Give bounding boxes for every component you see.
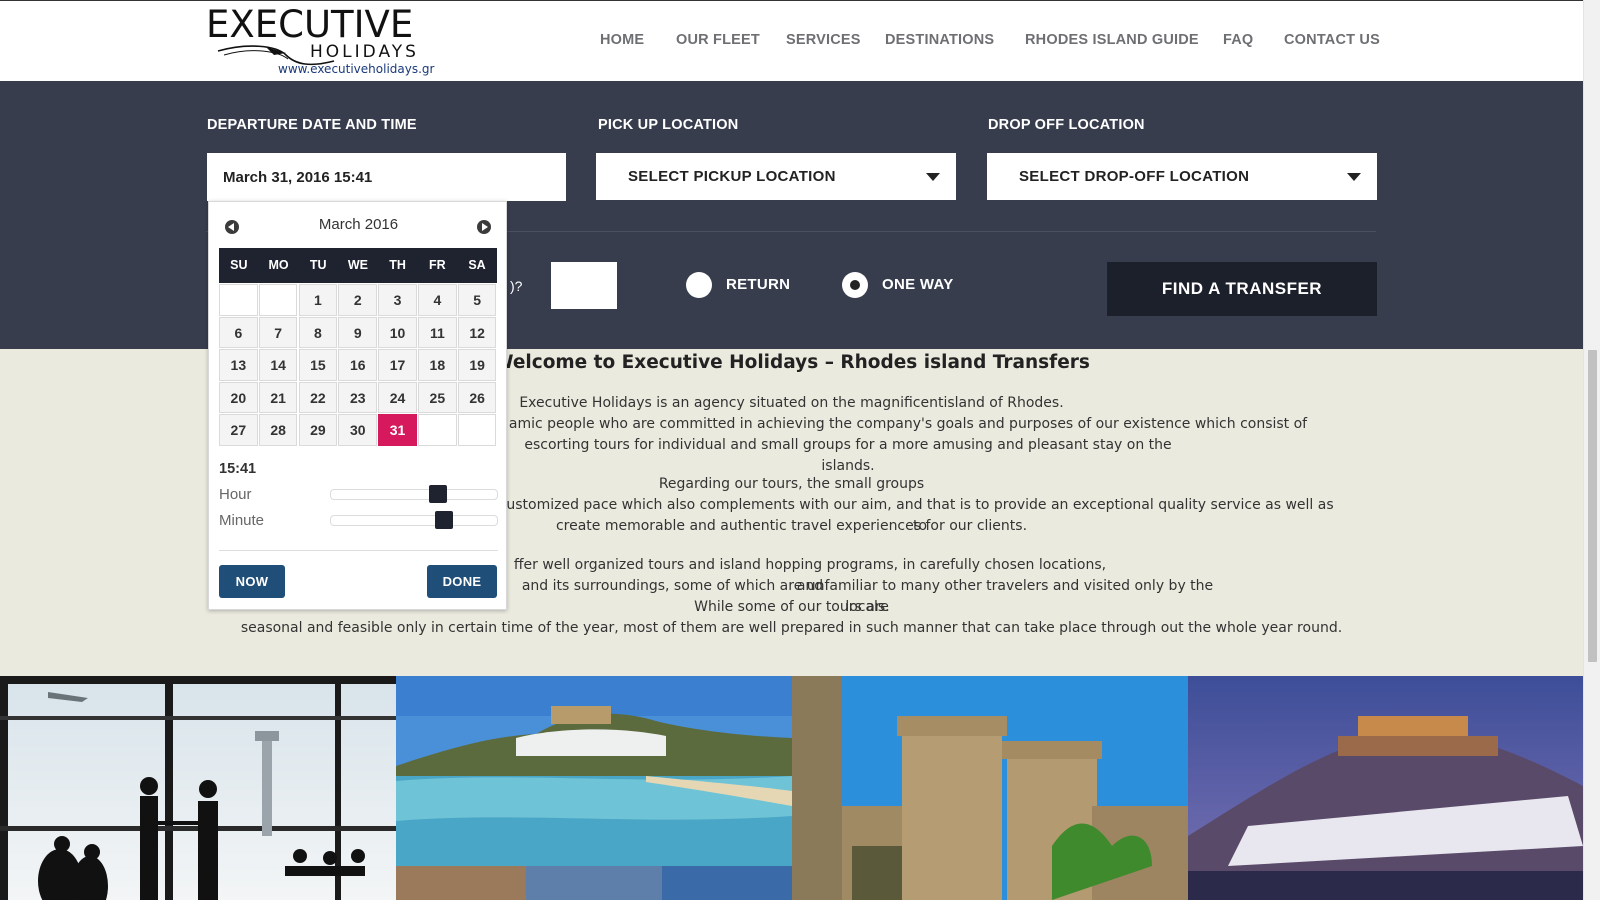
airport-travelers-photo[interactable]	[0, 676, 396, 900]
calendar-empty-cell	[418, 414, 457, 446]
calendar-weekday-header: SU MO TU WE TH FR SA	[219, 248, 497, 283]
calendar-day[interactable]: 23	[338, 381, 378, 413]
calendar-day[interactable]: 30	[338, 414, 378, 446]
calendar-day[interactable]: 16	[338, 349, 378, 381]
weekday-label: MO	[268, 258, 289, 272]
calendar-day[interactable]: 15	[298, 349, 338, 381]
nav-faq[interactable]: FAQ	[1223, 32, 1253, 48]
welcome-line: seasonal and feasible only in certain ti…	[240, 620, 1343, 636]
site-header: EXECUTIVE HOLIDAYS www.executiveholidays…	[0, 0, 1583, 81]
hour-slider-handle[interactable]	[428, 485, 447, 503]
scrollbar-thumb[interactable]	[1588, 350, 1597, 662]
weekday-label: SU	[230, 258, 248, 272]
calendar-day[interactable]: 24	[378, 381, 417, 413]
calendar-day[interactable]: 27	[219, 414, 258, 446]
return-radio[interactable]	[686, 272, 712, 298]
lindos-night-image	[1188, 676, 1583, 900]
weekday-label: TH	[389, 258, 406, 272]
one-way-radio[interactable]	[842, 272, 868, 298]
now-button[interactable]: NOW	[219, 565, 285, 598]
calendar-day[interactable]: 1	[298, 284, 338, 316]
caret-down-icon	[1347, 173, 1361, 181]
dropoff-select-text: SELECT DROP-OFF LOCATION	[1019, 168, 1250, 185]
castle-scene-image	[792, 676, 1188, 900]
picker-divider	[219, 550, 498, 551]
weekday-label: SA	[468, 258, 486, 272]
minute-slider-handle[interactable]	[435, 511, 454, 529]
dropoff-location-select[interactable]: SELECT DROP-OFF LOCATION	[987, 153, 1377, 200]
calendar-day[interactable]: 21	[258, 381, 298, 413]
lindos-night-photo[interactable]	[1188, 676, 1583, 900]
return-label[interactable]: RETURN	[726, 276, 790, 293]
calendar-day[interactable]: 11	[418, 316, 457, 348]
time-readout: 15:41	[219, 461, 257, 477]
calendar-day[interactable]: 7	[258, 316, 298, 348]
find-transfer-button[interactable]: FIND A TRANSFER	[1107, 262, 1377, 316]
calendar-day[interactable]: 2	[338, 284, 378, 316]
passengers-label-fragment: )?	[510, 278, 523, 294]
weekday-label: TU	[309, 258, 327, 272]
minute-label: Minute	[219, 512, 265, 529]
departure-datetime-input[interactable]	[207, 153, 566, 201]
passengers-input[interactable]	[551, 262, 617, 309]
lindos-beach-photo[interactable]	[396, 676, 792, 900]
done-button[interactable]: DONE	[427, 565, 497, 598]
welcome-line: escorting tours for individual and small…	[524, 437, 1172, 474]
pickup-select-text: SELECT PICKUP LOCATION	[628, 168, 836, 185]
nav-our-fleet[interactable]: OUR FLEET	[676, 32, 760, 48]
calendar-day[interactable]: 25	[418, 381, 457, 413]
calendar-day[interactable]: 10	[378, 316, 417, 348]
rhodes-castle-photo[interactable]	[792, 676, 1188, 900]
hour-slider[interactable]	[330, 485, 498, 503]
minute-slider[interactable]	[330, 511, 498, 529]
datetime-picker: March 2016 SU MO TU WE TH FR SA 12345678…	[208, 201, 507, 610]
logo-url: www.executiveholidays.gr	[278, 62, 435, 76]
pickup-label: PICK UP LOCATION	[598, 117, 739, 133]
calendar-day[interactable]: 18	[418, 349, 457, 381]
nav-services[interactable]: SERVICES	[786, 32, 861, 48]
nav-destinations[interactable]: DESTINATIONS	[885, 32, 994, 48]
weekday-label: WE	[347, 258, 368, 272]
welcome-line: amic people who are committed in achievi…	[508, 416, 1308, 432]
calendar-empty-cell	[219, 284, 258, 316]
calendar-day[interactable]: 12	[457, 316, 497, 348]
calendar-day[interactable]: 8	[298, 316, 338, 348]
pickup-location-select[interactable]: SELECT PICKUP LOCATION	[596, 153, 956, 200]
calendar-day[interactable]: 26	[457, 381, 497, 413]
calendar-empty-cell	[258, 284, 298, 316]
calendar-day[interactable]: 14	[258, 349, 298, 381]
calendar-day[interactable]: 29	[298, 414, 338, 446]
one-way-label[interactable]: ONE WAY	[882, 276, 954, 293]
nav-contact-us[interactable]: CONTACT US	[1284, 32, 1380, 48]
caret-down-icon	[926, 173, 940, 181]
airport-scene-image	[0, 676, 396, 900]
calendar-day[interactable]: 3	[378, 284, 417, 316]
departure-label: DEPARTURE DATE AND TIME	[207, 117, 417, 133]
calendar-day[interactable]: 19	[457, 349, 497, 381]
calendar-day[interactable]: 17	[378, 349, 417, 381]
next-month-icon[interactable]	[477, 220, 491, 234]
calendar-day[interactable]: 22	[298, 381, 338, 413]
calendar-day[interactable]: 4	[418, 284, 457, 316]
calendar-day[interactable]: 6	[219, 316, 258, 348]
calendar-day[interactable]: 28	[258, 414, 298, 446]
beach-scene-image	[396, 676, 792, 900]
calendar-day[interactable]: 9	[338, 316, 378, 348]
calendar-day[interactable]: 20	[219, 381, 258, 413]
nav-rhodes-island-guide[interactable]: RHODES ISLAND GUIDE	[1025, 32, 1199, 48]
calendar-month-title: March 2016	[318, 216, 399, 233]
main-nav: HOME OUR FLEET SERVICES DESTINATIONS RHO…	[0, 32, 1583, 52]
calendar-day[interactable]: 13	[219, 349, 258, 381]
weekday-label: FR	[429, 258, 446, 272]
dropoff-label: DROP OFF LOCATION	[988, 117, 1145, 133]
calendar-empty-cell	[457, 414, 497, 446]
calendar-day[interactable]: 31	[378, 414, 417, 446]
nav-home[interactable]: HOME	[600, 32, 644, 48]
hour-label: Hour	[219, 486, 252, 503]
calendar-day[interactable]: 5	[457, 284, 497, 316]
